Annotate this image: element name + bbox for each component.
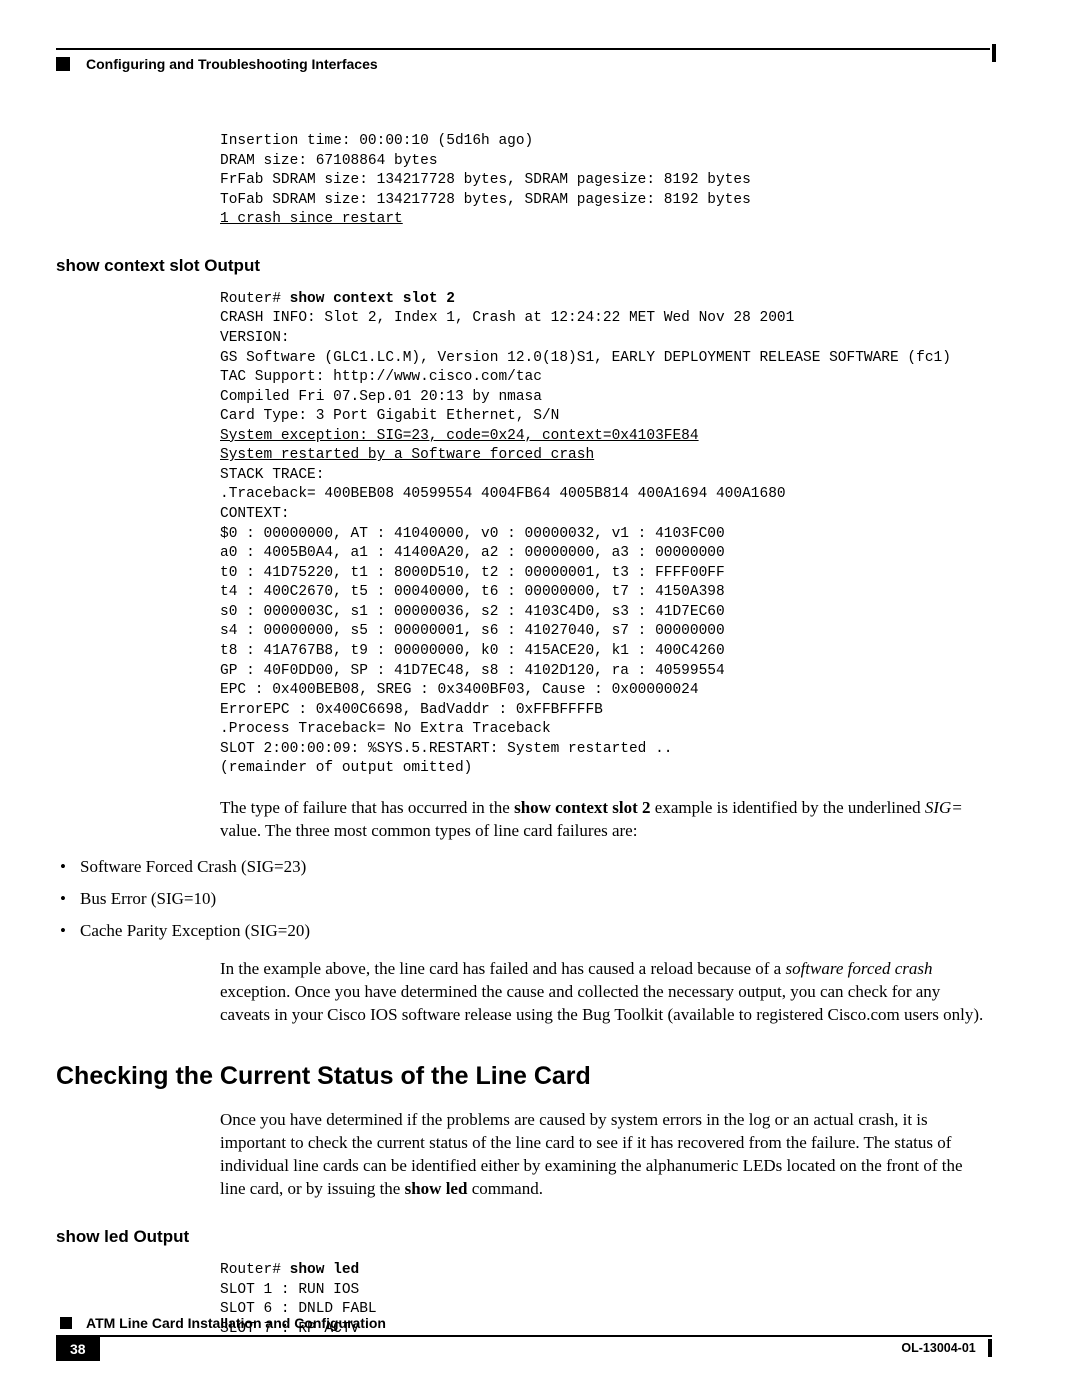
code-line: EPC : 0x400BEB08, SREG : 0x3400BF03, Cau…: [220, 682, 699, 698]
code-line: t8 : 41A767B8, t9 : 00000000, k0 : 415AC…: [220, 643, 725, 659]
failure-types-list: Software Forced Crash (SIG=23) Bus Error…: [56, 851, 990, 948]
paragraph-status-check: Once you have determined if the problems…: [220, 1109, 990, 1201]
code-line: STACK TRACE:: [220, 467, 324, 483]
code-line: s4 : 00000000, s5 : 00000001, s6 : 41027…: [220, 623, 725, 639]
code-line: Compiled Fri 07.Sep.01 20:13 by nmasa: [220, 389, 542, 405]
page-footer: ATM Line Card Installation and Configura…: [56, 1315, 992, 1361]
text: example is identified by the underlined: [651, 798, 925, 817]
document-id: OL-13004-01: [901, 1341, 975, 1355]
code-line: Card Type: 3 Port Gigabit Ethernet, S/N: [220, 408, 559, 424]
code-line: ErrorEPC : 0x400C6698, BadVaddr : 0xFFBF…: [220, 702, 603, 718]
code-line: TAC Support: http://www.cisco.com/tac: [220, 369, 542, 385]
header-square-icon: [56, 57, 70, 71]
text-bold: show context slot 2: [514, 798, 650, 817]
text: value. The three most common types of li…: [220, 821, 637, 840]
code-line: Insertion time: 00:00:10 (5d16h ago): [220, 133, 533, 149]
footer-square-icon: [60, 1317, 72, 1329]
code-line: GP : 40F0DD00, SP : 41D7EC48, s8 : 4102D…: [220, 663, 725, 679]
section-heading-show-led: show led Output: [56, 1227, 990, 1247]
code-line: SLOT 2:00:00:09: %SYS.5.RESTART: System …: [220, 741, 672, 757]
page-edge-marker: [992, 44, 996, 62]
code-block-context: Router# show context slot 2 CRASH INFO: …: [220, 290, 990, 779]
code-line-underlined: 1 crash since restart: [220, 211, 403, 227]
list-item: Cache Parity Exception (SIG=20): [56, 915, 990, 947]
text: In the example above, the line card has …: [220, 959, 785, 978]
text: exception. Once you have determined the …: [220, 982, 983, 1024]
footer-doc-title: ATM Line Card Installation and Configura…: [86, 1315, 386, 1331]
text-bold: show led: [405, 1179, 468, 1198]
code-prompt: Router#: [220, 1262, 290, 1278]
code-line: DRAM size: 67108864 bytes: [220, 153, 438, 169]
page-number: 38: [56, 1337, 100, 1361]
text-italic: SIG=: [925, 798, 963, 817]
code-line: VERSION:: [220, 330, 290, 346]
footer-edge-marker: [988, 1339, 992, 1357]
code-line-underlined: System exception: SIG=23, code=0x24, con…: [220, 428, 699, 444]
code-line: ToFab SDRAM size: 134217728 bytes, SDRAM…: [220, 192, 751, 208]
code-command: show led: [290, 1262, 360, 1278]
text-italic: software forced crash: [785, 959, 932, 978]
running-header: Configuring and Troubleshooting Interfac…: [56, 48, 990, 72]
paragraph-example-explanation: In the example above, the line card has …: [220, 958, 990, 1027]
code-block-diag: Insertion time: 00:00:10 (5d16h ago) DRA…: [220, 132, 990, 230]
code-line: FrFab SDRAM size: 134217728 bytes, SDRAM…: [220, 172, 751, 188]
code-line: .Traceback= 400BEB08 40599554 4004FB64 4…: [220, 486, 786, 502]
text: Once you have determined if the problems…: [220, 1110, 963, 1198]
code-line: $0 : 00000000, AT : 41040000, v0 : 00000…: [220, 526, 725, 542]
code-line-underlined: System restarted by a Software forced cr…: [220, 447, 594, 463]
code-prompt: Router#: [220, 291, 290, 307]
section-heading-show-context: show context slot Output: [56, 256, 990, 276]
code-line: .Process Traceback= No Extra Traceback: [220, 721, 551, 737]
code-line: t0 : 41D75220, t1 : 8000D510, t2 : 00000…: [220, 565, 725, 581]
code-line: CONTEXT:: [220, 506, 290, 522]
text: command.: [467, 1179, 543, 1198]
code-line: SLOT 1 : RUN IOS: [220, 1282, 359, 1298]
paragraph-failure-type: The type of failure that has occurred in…: [220, 797, 990, 843]
list-item: Software Forced Crash (SIG=23): [56, 851, 990, 883]
section-heading-checking-status: Checking the Current Status of the Line …: [56, 1062, 990, 1091]
code-line: GS Software (GLC1.LC.M), Version 12.0(18…: [220, 350, 951, 366]
text: The type of failure that has occurred in…: [220, 798, 514, 817]
chapter-title: Configuring and Troubleshooting Interfac…: [86, 56, 378, 72]
code-line: (remainder of output omitted): [220, 760, 472, 776]
code-line: s0 : 0000003C, s1 : 00000036, s2 : 4103C…: [220, 604, 725, 620]
code-line: a0 : 4005B0A4, a1 : 41400A20, a2 : 00000…: [220, 545, 725, 561]
code-line: CRASH INFO: Slot 2, Index 1, Crash at 12…: [220, 310, 794, 326]
code-line: t4 : 400C2670, t5 : 00040000, t6 : 00000…: [220, 584, 725, 600]
list-item: Bus Error (SIG=10): [56, 883, 990, 915]
code-command: show context slot 2: [290, 291, 455, 307]
